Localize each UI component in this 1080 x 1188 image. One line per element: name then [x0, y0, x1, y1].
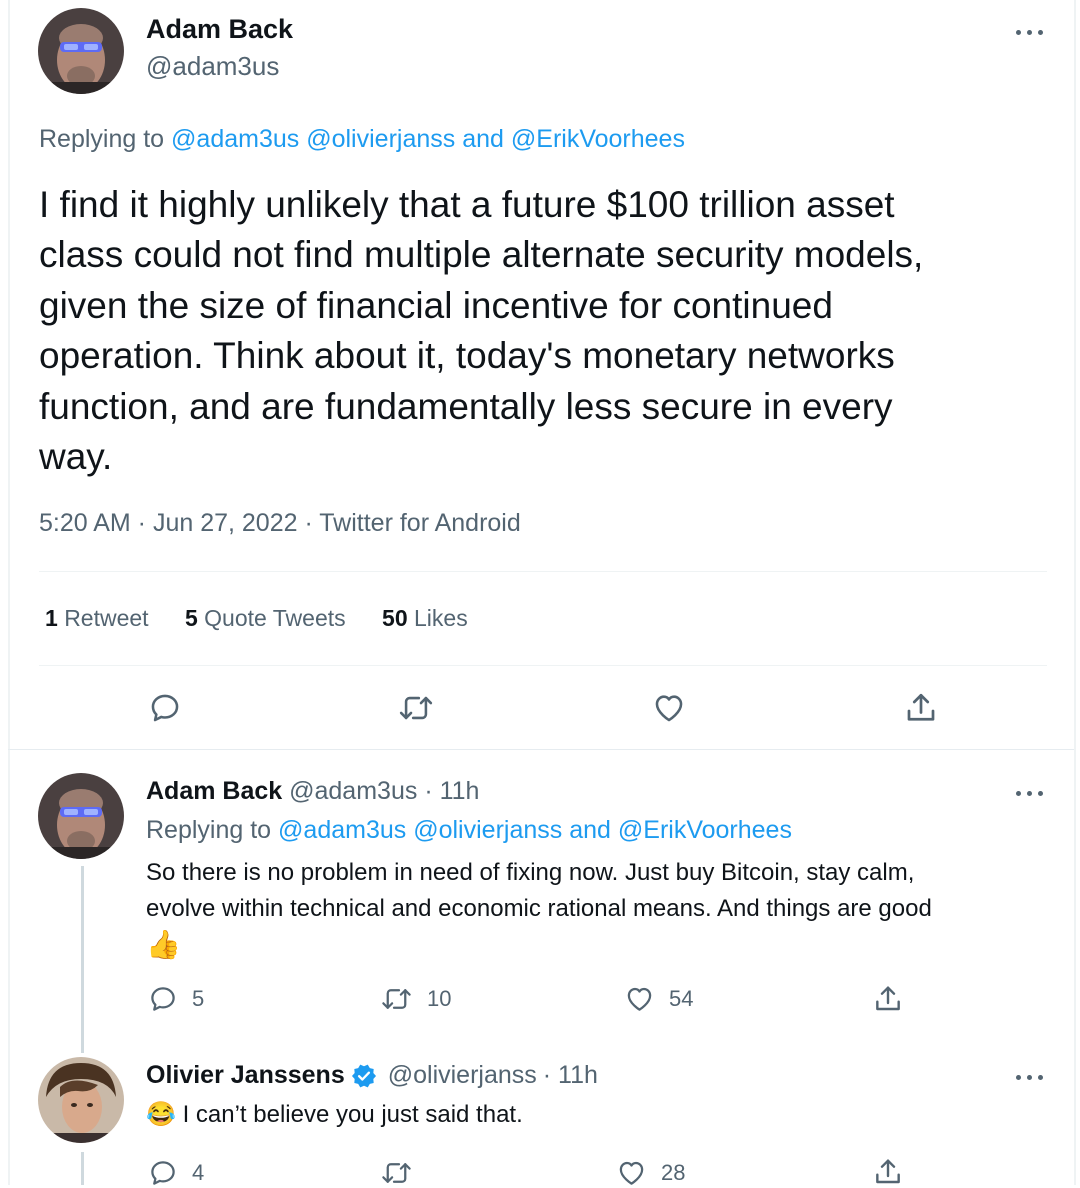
avatar[interactable]	[38, 773, 124, 859]
reply-body: 😂 I can’t believe you just said that.	[146, 1098, 523, 1132]
thumbs-up-emoji: 👍	[146, 929, 181, 960]
reply-text: I can’t believe you just said that.	[182, 1101, 523, 1128]
retweet-icon	[382, 989, 411, 1009]
mention-link[interactable]: @adam3us	[278, 816, 406, 844]
tweet-body: I find it highly unlikely that a future …	[39, 180, 1069, 482]
tweet-stats: 1 Retweet 5 Quote Tweets 50 Likes	[45, 605, 468, 632]
author-name[interactable]: Adam Back	[146, 14, 293, 45]
author-handle[interactable]: @olivierjanss	[388, 1061, 537, 1090]
reply-time[interactable]: · 11h	[543, 1061, 598, 1090]
verified-badge-icon	[351, 1064, 376, 1087]
likes-label: Likes	[414, 605, 468, 631]
reply-button[interactable]: 5	[148, 984, 204, 1014]
retweet-count: 1	[45, 605, 58, 631]
reply-count: 4	[192, 1160, 205, 1185]
divider	[39, 665, 1047, 666]
tweet-body-line: operation. Think about it, today's monet…	[39, 335, 895, 377]
mention-link[interactable]: @olivierjanss	[413, 816, 562, 844]
reply-icon	[151, 1161, 175, 1185]
tweet-body-line: given the size of financial incentive fo…	[39, 284, 833, 326]
tweet-body-line: I find it highly unlikely that a future …	[39, 184, 895, 225]
like-count: 54	[669, 986, 694, 1011]
divider	[8, 749, 1074, 750]
reply-button[interactable]: 4	[148, 1158, 204, 1188]
tweet-timestamp[interactable]: 5:20 AM · Jun 27, 2022 · Twitter for And…	[39, 509, 521, 538]
author-name[interactable]: Olivier Janssens	[146, 1061, 345, 1090]
mention-link[interactable]: @adam3us	[171, 125, 299, 153]
mention-link[interactable]: @olivierjanss	[306, 125, 455, 153]
retweet-button[interactable]	[397, 691, 435, 725]
retweet-button[interactable]: 10	[380, 984, 451, 1014]
replying-prefix: Replying to	[39, 125, 165, 153]
laughing-emoji: 😂	[146, 1101, 176, 1128]
retweet-icon	[399, 696, 433, 720]
retweet-icon	[382, 1163, 411, 1183]
right-edge	[1074, 0, 1076, 1185]
author-handle[interactable]: @adam3us	[146, 51, 279, 82]
reply-time[interactable]: · 11h	[424, 777, 479, 805]
retweet-count: 10	[427, 986, 452, 1011]
thread-line	[81, 1152, 84, 1185]
reply-icon	[151, 987, 175, 1011]
retweet-stat[interactable]: 1 Retweet	[45, 605, 155, 631]
replying-prefix: Replying to	[146, 816, 272, 844]
more-options-icon[interactable]	[1014, 783, 1048, 803]
reply-header: Olivier Janssens @olivierjanss · 11h	[146, 1061, 598, 1090]
more-options-icon[interactable]	[1014, 22, 1048, 42]
left-edge	[8, 0, 10, 1185]
share-button[interactable]	[903, 690, 939, 726]
like-count: 28	[661, 1160, 686, 1185]
likes-count: 50	[382, 605, 408, 631]
author-handle[interactable]: @adam3us	[289, 777, 417, 805]
heart-icon	[619, 1161, 644, 1185]
avatar[interactable]	[38, 1057, 124, 1143]
retweet-button[interactable]	[380, 1158, 427, 1188]
author-name[interactable]: Adam Back	[146, 777, 282, 805]
mention-connector[interactable]: and	[462, 125, 504, 153]
mention-connector[interactable]: and	[569, 816, 611, 844]
tweet-body-line: class could not find multiple alternate …	[39, 234, 924, 276]
reply-body-line: So there is no problem in need of fixing…	[146, 859, 915, 886]
reply-icon	[151, 694, 179, 722]
share-icon	[876, 986, 900, 1011]
mention-link[interactable]: @ErikVoorhees	[511, 125, 685, 153]
share-icon	[876, 1159, 900, 1184]
mention-link[interactable]: @ErikVoorhees	[618, 816, 792, 844]
like-button[interactable]	[651, 691, 687, 725]
like-button[interactable]: 54	[624, 984, 693, 1014]
more-options-icon[interactable]	[1014, 1067, 1048, 1087]
reply-button[interactable]	[148, 691, 182, 725]
reply-count: 5	[192, 986, 205, 1011]
quote-tweets-count: 5	[184, 605, 198, 631]
reply-header: Adam Back @adam3us · 11h	[146, 777, 479, 806]
quote-tweets-label: Quote Tweets	[204, 605, 346, 631]
share-icon	[907, 693, 935, 721]
replying-to: Replying to @adam3us @olivierjanss and @…	[146, 816, 792, 845]
heart-icon	[655, 695, 683, 722]
like-button[interactable]: 28	[616, 1158, 685, 1188]
share-button[interactable]	[872, 1156, 904, 1188]
tweet-body-line: function, and are fundamentally less sec…	[39, 385, 893, 427]
thread-line	[81, 866, 84, 1053]
retweet-label: Retweet	[64, 605, 149, 631]
quote-tweets-stat[interactable]: 5 Quote Tweets	[185, 605, 352, 631]
tweet-body-line: way.	[39, 436, 113, 478]
replying-to: Replying to @adam3us @olivierjanss and @…	[39, 125, 685, 154]
reply-body-line: evolve within technical and economic rat…	[146, 895, 932, 922]
likes-stat[interactable]: 50 Likes	[382, 605, 468, 631]
reply-body: So there is no problem in need of fixing…	[146, 855, 932, 963]
share-button[interactable]	[872, 983, 904, 1015]
divider	[39, 571, 1047, 572]
avatar[interactable]	[38, 8, 124, 94]
heart-icon	[627, 987, 652, 1011]
